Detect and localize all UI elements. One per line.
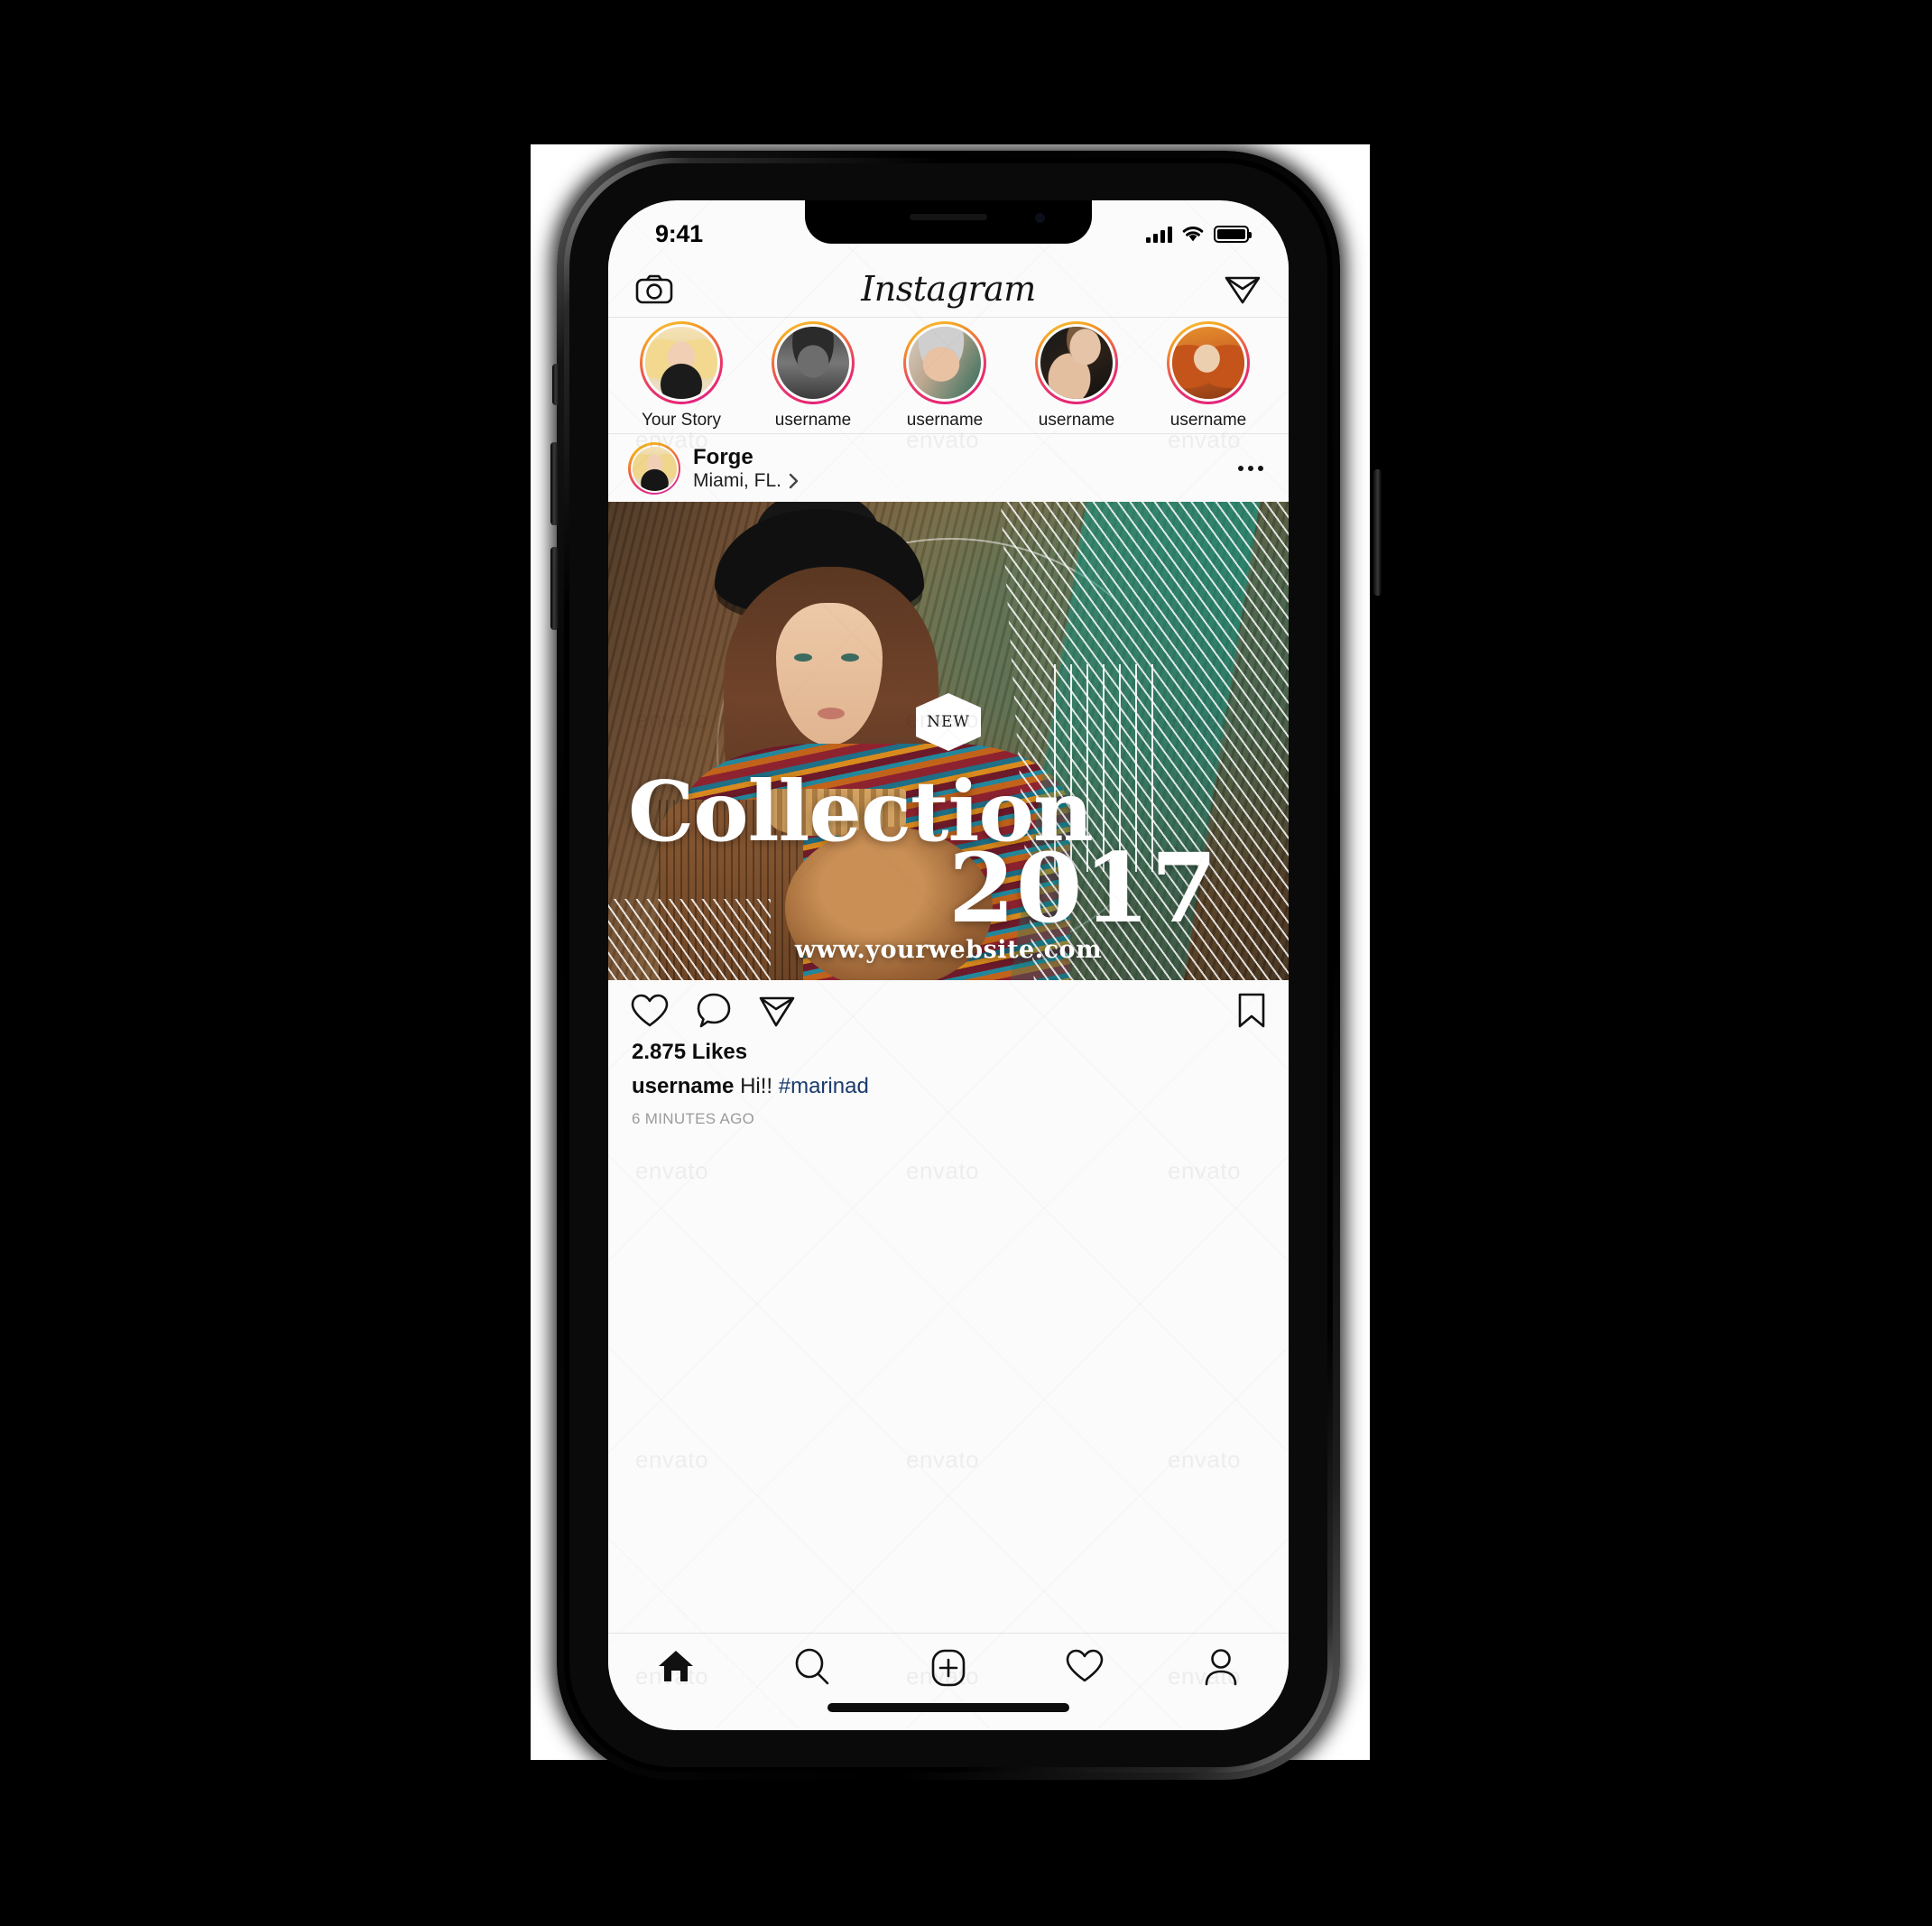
story-item[interactable]: Your Story [621, 321, 742, 431]
story-ring [1035, 321, 1118, 404]
bottom-tab-bar [608, 1633, 1289, 1730]
post-meta: Forge Miami, FL. [693, 445, 1225, 491]
screenshot-stage: 9:41 Instagram Your Story username usern… [0, 0, 1932, 1926]
avatar [777, 327, 849, 399]
story-item[interactable]: username [884, 321, 1005, 431]
story-label: Your Story [641, 411, 721, 430]
avatar [1172, 327, 1244, 399]
tab-add[interactable] [881, 1648, 1017, 1688]
post-header: Forge Miami, FL. [608, 435, 1289, 502]
status-time: 9:41 [655, 219, 703, 247]
post-username[interactable]: Forge [693, 445, 1225, 469]
more-options-icon[interactable] [1238, 466, 1269, 471]
home-filled-icon [659, 1651, 694, 1681]
volume-up-button[interactable] [550, 442, 559, 525]
avatar [1040, 327, 1113, 399]
add-plus-box-icon [931, 1649, 966, 1687]
caption-username[interactable]: username [632, 1074, 734, 1098]
story-item[interactable]: username [1016, 321, 1137, 431]
camera-icon[interactable] [635, 273, 673, 305]
instagram-logo: Instagram [861, 268, 1036, 309]
volume-down-button[interactable] [550, 547, 559, 630]
story-ring [1167, 321, 1250, 404]
likes-count: 2.875 Likes [632, 1040, 748, 1064]
post-actions [608, 980, 1289, 1042]
tab-profile[interactable] [1152, 1648, 1289, 1686]
story-label: username [774, 411, 852, 430]
watermark-text: envato [1168, 1157, 1242, 1184]
heart-outline-icon [1066, 1649, 1104, 1682]
home-indicator[interactable] [827, 1703, 1069, 1712]
watermark-text: envato [906, 1157, 980, 1184]
tab-activity[interactable] [1016, 1648, 1152, 1684]
watermark-text: envato [635, 1157, 709, 1184]
tab-home[interactable] [608, 1648, 744, 1684]
heart-outline-icon[interactable] [630, 993, 670, 1029]
post-image-overlay: Collection 2017 www.yourwebsite.com [608, 502, 1289, 980]
battery-full-icon [1214, 225, 1252, 243]
send-paper-plane-icon[interactable] [758, 993, 796, 1029]
send-paper-plane-icon[interactable] [1224, 272, 1262, 306]
story-ring [903, 321, 986, 404]
mute-switch[interactable] [552, 364, 559, 405]
post-caption: username Hi!! #marinad [632, 1074, 1265, 1100]
story-label: username [1038, 411, 1115, 430]
earpiece-speaker [910, 214, 987, 220]
device-notch [805, 200, 1092, 244]
post-location-row[interactable]: Miami, FL. [693, 470, 1225, 491]
post-timestamp: 6 MINUTES AGO [632, 1110, 755, 1127]
person-outline-icon [1205, 1649, 1236, 1686]
story-label: username [906, 411, 984, 430]
cellular-signal-icon [1146, 226, 1172, 243]
tab-search[interactable] [744, 1648, 881, 1686]
story-label: username [1169, 411, 1247, 430]
watermark-text: envato [1168, 1446, 1242, 1473]
caption-text: Hi!! [740, 1074, 773, 1098]
chevron-right-icon [789, 473, 799, 488]
watermark-text: envato [635, 1446, 709, 1473]
stories-tray[interactable]: Your Story username username username us… [608, 319, 1289, 434]
status-indicators [1146, 225, 1252, 243]
overlay-website: www.yourwebsite.com [794, 936, 1103, 964]
post-author-avatar[interactable] [628, 442, 680, 495]
wifi-icon [1182, 226, 1204, 241]
story-item[interactable]: username [1148, 321, 1269, 431]
phone-screen: 9:41 Instagram Your Story username usern… [608, 200, 1289, 1730]
power-button[interactable] [1373, 469, 1382, 596]
avatar [645, 327, 717, 399]
front-camera [1035, 213, 1045, 223]
post-image[interactable]: NEW Collection 2017 www.yourwebsite.com [608, 502, 1289, 980]
story-item[interactable]: username [753, 321, 874, 431]
comment-bubble-icon[interactable] [695, 992, 733, 1030]
avatar [909, 327, 981, 399]
post-location: Miami, FL. [693, 470, 782, 492]
app-header: Instagram [608, 260, 1289, 318]
bookmark-outline-icon[interactable] [1236, 992, 1267, 1030]
story-ring [772, 321, 855, 404]
caption-hashtag[interactable]: #marinad [779, 1074, 869, 1098]
search-icon [795, 1648, 829, 1685]
story-ring [640, 321, 723, 404]
watermark-text: envato [906, 1446, 980, 1473]
overlay-title-line2: 2017 [948, 830, 1218, 944]
